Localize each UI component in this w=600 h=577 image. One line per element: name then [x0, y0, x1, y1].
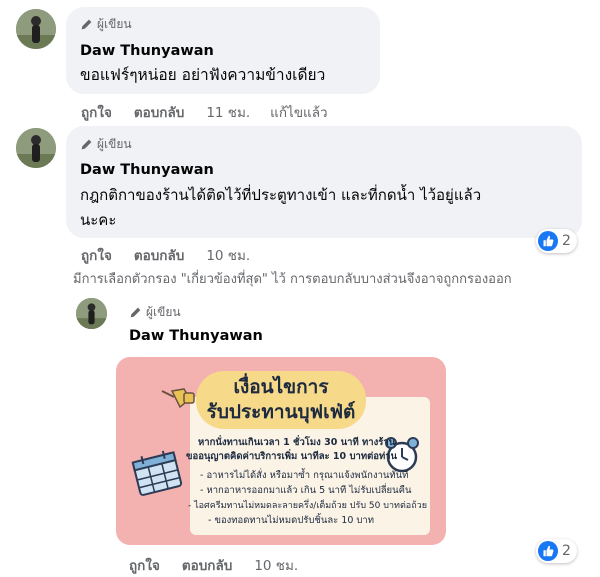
- author-badge-label: ผู้เขียน: [146, 305, 181, 319]
- comment-text: นะคะ: [80, 211, 117, 229]
- image-bullet: - อาหารไม่ได้สั่ง หรือมาซ้ำ กรุณาแจ้งพนั…: [200, 470, 409, 481]
- comment-text: ขอแฟร์ๆหน่อย อย่าฟังความข้างเดียว: [80, 66, 326, 84]
- filter-note: มีการเลือกตัวกรอง "เกี่ยวข้องที่สุด" ไว้…: [73, 272, 512, 287]
- image-bullet: - หากอาหารออกมาแล้ว เกิน 5 นาที ไม่รับเป…: [200, 485, 412, 496]
- comment-image[interactable]: เงื่อนไขการ รับประทานบุฟเฟ่ต์ หากนั่งทาน…: [116, 357, 446, 545]
- comment-text: กฎกติกาของร้านได้ติดไว้ที่ประตูทางเข้า แ…: [80, 186, 482, 204]
- edited-label[interactable]: แก้ไขแล้ว: [270, 101, 327, 123]
- calendar-icon: [131, 450, 183, 496]
- author-badge-label: ผู้เขียน: [97, 137, 132, 151]
- reaction-count-value: 2: [562, 543, 571, 559]
- comment-bubble: [66, 126, 582, 238]
- comment-timestamp[interactable]: 10 ชม.: [254, 554, 298, 576]
- like-icon: [538, 541, 558, 561]
- image-text-line: หากนั่งทานเกินเวลา 1 ชั่วโมง 30 นาที ทาง…: [198, 437, 396, 448]
- like-button[interactable]: ถูกใจ: [81, 244, 112, 266]
- image-title: รับประทานบุฟเฟ่ต์: [206, 401, 356, 423]
- reply-button[interactable]: ตอบกลับ: [182, 554, 232, 576]
- like-button[interactable]: ถูกใจ: [129, 554, 160, 576]
- pin-icon: [161, 388, 195, 409]
- comment-actions: ถูกใจ ตอบกลับ 10 ชม.: [81, 244, 270, 266]
- author-badge: ผู้เขียน: [80, 15, 132, 34]
- image-text-line: ขออนุญาตคิดค่าบริการเพิ่ม นาทีละ 10 บาทต…: [186, 451, 398, 462]
- reply-button[interactable]: ตอบกลับ: [134, 244, 184, 266]
- comment-timestamp[interactable]: 10 ชม.: [206, 244, 250, 266]
- like-button[interactable]: ถูกใจ: [81, 101, 112, 123]
- avatar[interactable]: [16, 9, 56, 49]
- avatar[interactable]: [16, 128, 56, 168]
- author-badge: ผู้เขียน: [129, 303, 181, 322]
- reaction-count-value: 2: [562, 233, 571, 249]
- pencil-icon: [81, 19, 92, 30]
- reaction-count[interactable]: 2: [536, 229, 577, 253]
- comment-author[interactable]: Daw Thunyawan: [129, 328, 263, 344]
- comment-author[interactable]: Daw Thunyawan: [80, 43, 214, 59]
- comment-timestamp[interactable]: 11 ชม.: [206, 101, 250, 123]
- pencil-icon: [130, 307, 141, 318]
- like-icon: [538, 231, 558, 251]
- avatar[interactable]: [76, 298, 107, 329]
- pencil-icon: [81, 139, 92, 150]
- comment-author[interactable]: Daw Thunyawan: [80, 162, 214, 178]
- author-badge: ผู้เขียน: [80, 135, 132, 154]
- image-bullet: - ของทอดทานไม่หมดปรับชิ้นละ 10 บาท: [208, 515, 375, 526]
- image-bullet: - ไอศครีมทานไม่หมดละลายครึ่ง/เต็มถ้วย ปร…: [188, 501, 427, 511]
- comment-actions: ถูกใจ ตอบกลับ 11 ชม. แก้ไขแล้ว: [81, 101, 328, 123]
- comment-actions: ถูกใจ ตอบกลับ 10 ชม.: [129, 554, 318, 576]
- reaction-count[interactable]: 2: [536, 539, 577, 563]
- reply-button[interactable]: ตอบกลับ: [134, 101, 184, 123]
- author-badge-label: ผู้เขียน: [97, 17, 132, 31]
